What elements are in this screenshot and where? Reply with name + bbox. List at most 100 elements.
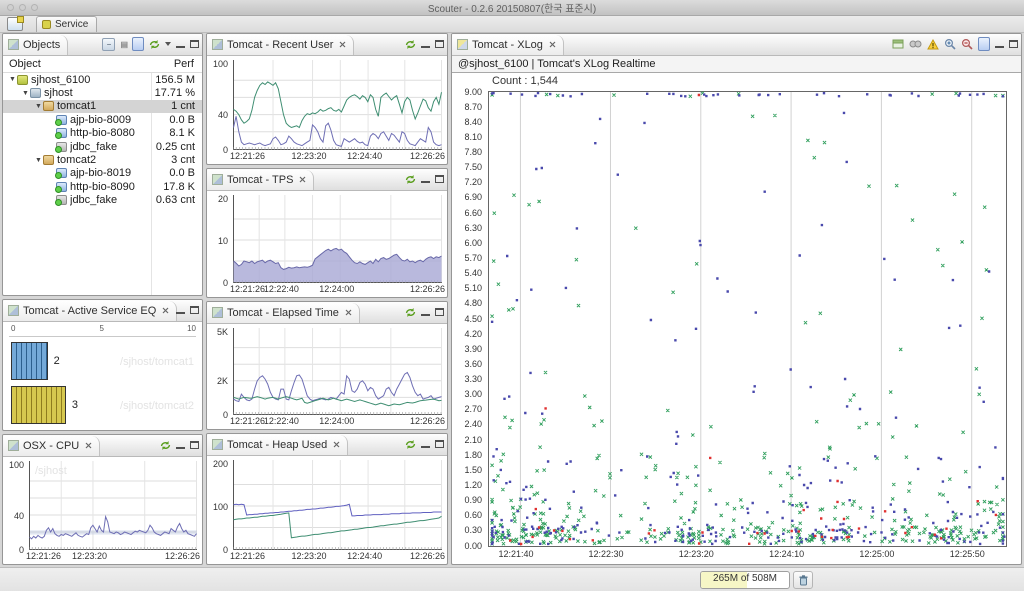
tab-tps[interactable]: Tomcat - TPS	[207, 169, 315, 190]
object-label: jdbc_fake	[70, 140, 118, 153]
close-window-icon[interactable]	[7, 4, 14, 11]
panel-tps: Tomcat - TPS 0 10 20 12:21:26 12:22:40 12:24:…	[206, 168, 448, 298]
maximize-icon[interactable]	[190, 306, 199, 314]
elapsed-time-chart[interactable]: 0 2K 5K 12:21:26 12:22:40 12:24:00 12:26:26	[207, 324, 447, 428]
tree-row-tomcat1[interactable]: ▼ tomcat1 1 cnt	[3, 99, 202, 114]
minimize-icon[interactable]	[421, 308, 430, 316]
open-perspective-icon[interactable]	[7, 16, 24, 31]
object-label: ajp-bio-8019	[70, 167, 132, 180]
eq-bar-tomcat2[interactable]	[11, 386, 66, 424]
minimize-window-icon[interactable]	[19, 4, 26, 11]
expand-icon[interactable]: ▼	[8, 76, 17, 83]
tree-row-ajp-bio-8009[interactable]: ajp-bio-8009 0.0 B	[3, 113, 202, 126]
y-axis-label: 2.10	[464, 434, 482, 445]
x-axis-label: 12:24:00	[319, 284, 355, 294]
refresh-icon[interactable]	[405, 307, 416, 318]
maximize-icon[interactable]	[435, 308, 444, 316]
close-icon[interactable]	[339, 41, 346, 48]
close-icon[interactable]	[162, 307, 169, 314]
alert-icon[interactable]	[927, 38, 939, 50]
y-axis-label: 3.60	[464, 358, 482, 369]
x-axis-label: 12:22:40	[263, 416, 299, 426]
tree-row-jdbc_fake[interactable]: jdbc_fake 0.25 cnt	[3, 140, 202, 153]
zoom-out-icon[interactable]	[961, 38, 973, 50]
export-icon[interactable]	[892, 38, 904, 50]
tree-row-ajp-bio-8019[interactable]: ajp-bio-8019 0.0 B	[3, 167, 202, 180]
close-icon[interactable]	[345, 309, 352, 316]
tab-osx-cpu[interactable]: OSX - CPU	[3, 435, 101, 456]
active-service-eq-chart[interactable]: 0 5 10 2/sjhost/tomcat1 3/sjhost/tomcat2	[3, 322, 202, 430]
title-bar: Scouter - 0.2.6 20150807(한국 표준시)	[0, 0, 1024, 16]
column-object[interactable]: Object	[9, 58, 41, 70]
x-axis-label: 12:25:00	[859, 549, 895, 559]
minimize-icon[interactable]	[176, 306, 185, 314]
x-axis-label: 12:26:26	[409, 151, 445, 161]
maximize-icon[interactable]	[435, 175, 444, 183]
objects-tree[interactable]: ▼ sjhost_6100 156.5 M ▼ sjhost 17.71 % ▼ tomcat…	[3, 73, 202, 295]
minimize-icon[interactable]	[176, 441, 185, 449]
perf-value: 0.63 cnt	[155, 194, 195, 207]
maximize-icon[interactable]	[1009, 40, 1018, 48]
object-label: tomcat2	[57, 154, 97, 167]
expand-icon[interactable]: ▼	[21, 90, 30, 97]
refresh-icon[interactable]	[149, 39, 160, 50]
x-axis-label: 12:23:20	[291, 551, 327, 561]
zoom-window-icon[interactable]	[31, 4, 38, 11]
close-icon[interactable]	[333, 441, 340, 448]
past-xlog-icon[interactable]	[909, 40, 922, 48]
close-icon[interactable]	[299, 176, 306, 183]
tab-xlog[interactable]: Tomcat - XLog	[452, 34, 564, 55]
recent-user-chart[interactable]: 0 40 100 12:21:26 12:23:20 12:24:40 12:26:26	[207, 56, 447, 163]
tab-objects[interactable]: Objects	[3, 34, 69, 55]
tree-column-headers[interactable]: Object Perf	[3, 56, 202, 73]
minimize-icon[interactable]	[421, 440, 430, 448]
minimize-icon[interactable]	[176, 40, 185, 48]
refresh-icon[interactable]	[405, 39, 416, 50]
perf-value: 0.0 B	[169, 167, 195, 180]
window-controls[interactable]	[7, 4, 38, 11]
tree-row-http-bio-8090[interactable]: http-bio-8090 17.8 K	[3, 180, 202, 193]
xlog-view-icon	[457, 39, 468, 50]
chart-icon	[212, 307, 223, 318]
osx-cpu-chart[interactable]: /sjhost 0 40 100 12:21:26 12:23:20 12:26:26	[3, 457, 202, 563]
status-bar: 265M of 508M	[0, 567, 1024, 591]
expand-icon[interactable]: ▼	[34, 103, 43, 110]
tree-row-sjhost_6100[interactable]: ▼ sjhost_6100 156.5 M	[3, 73, 202, 86]
close-icon[interactable]	[549, 41, 556, 48]
notes-icon[interactable]	[978, 37, 990, 51]
group-objects-icon[interactable]: ▤	[120, 40, 128, 49]
refresh-icon[interactable]	[405, 174, 416, 185]
minimize-icon[interactable]	[995, 40, 1004, 48]
tab-recent-user[interactable]: Tomcat - Recent User	[207, 34, 355, 55]
maximize-icon[interactable]	[435, 40, 444, 48]
tab-active-service-eq[interactable]: Tomcat - Active Service EQ	[3, 300, 178, 321]
maximize-icon[interactable]	[190, 441, 199, 449]
memory-gauge[interactable]: 265M of 508M	[700, 571, 790, 589]
column-perf[interactable]: Perf	[174, 58, 194, 70]
y-axis-label: 4.50	[464, 313, 482, 324]
tree-row-http-bio-8080[interactable]: http-bio-8080 8.1 K	[3, 127, 202, 140]
refresh-icon[interactable]	[405, 439, 416, 450]
collapse-all-icon[interactable]: −	[102, 37, 116, 51]
xlog-scatter-chart[interactable]: Count : 1,544 9.00 8.70 8.40 8.10 7.80 7.50 7.2…	[452, 73, 1021, 564]
gc-trash-button[interactable]	[793, 571, 813, 589]
tab-heap-used[interactable]: Tomcat - Heap Used	[207, 434, 349, 455]
tree-row-sjhost[interactable]: ▼ sjhost 17.71 %	[3, 86, 202, 99]
minimize-icon[interactable]	[421, 40, 430, 48]
tab-elapsed-time[interactable]: Tomcat - Elapsed Time	[207, 302, 360, 323]
tps-chart[interactable]: 0 10 20 12:21:26 12:22:40 12:24:00 12:26:26	[207, 191, 447, 296]
maximize-icon[interactable]	[190, 40, 199, 48]
minimize-icon[interactable]	[421, 175, 430, 183]
refresh-icon[interactable]	[160, 440, 171, 451]
zoom-in-icon[interactable]	[944, 38, 956, 50]
tree-row-jdbc_fake[interactable]: jdbc_fake 0.63 cnt	[3, 194, 202, 207]
object-list-icon[interactable]	[132, 37, 144, 51]
tree-row-tomcat2[interactable]: ▼ tomcat2 3 cnt	[3, 153, 202, 166]
expand-icon[interactable]: ▼	[34, 157, 43, 164]
heap-used-chart[interactable]: 0 100 200 12:21:26 12:23:20 12:24:40 12:26:26	[207, 456, 447, 563]
view-menu-icon[interactable]	[165, 42, 171, 46]
perspective-tab-service[interactable]: Service	[36, 16, 98, 32]
eq-bar-tomcat1[interactable]	[11, 342, 48, 380]
close-icon[interactable]	[85, 442, 92, 449]
maximize-icon[interactable]	[435, 440, 444, 448]
